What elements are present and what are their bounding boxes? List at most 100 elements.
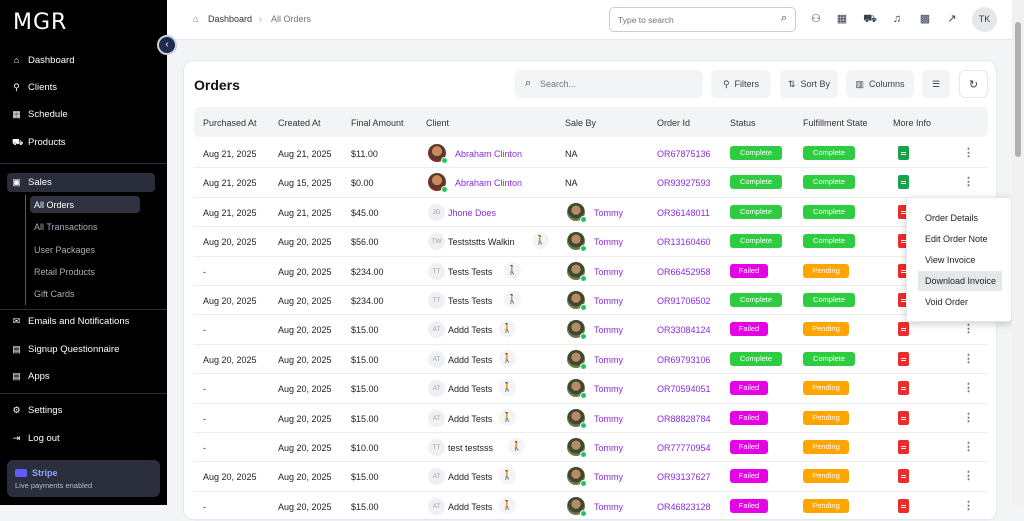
cell-sale-by[interactable]: Tommy — [594, 443, 623, 453]
client-link[interactable]: Addd Tests — [448, 355, 492, 365]
client-link[interactable]: Addd Tests — [448, 502, 492, 512]
bell-icon[interactable]: ♫ — [890, 12, 904, 26]
header-sale-by[interactable]: Sale By — [565, 118, 596, 128]
more-options-icon[interactable]: ⋮ — [963, 499, 974, 513]
sidebar-sub-user-packages[interactable]: User Packages — [34, 245, 95, 255]
global-search-input[interactable] — [618, 13, 768, 26]
table-row[interactable]: Aug 20, 2025 Aug 20, 2025 $15.00 AT Addd Tes… — [194, 462, 988, 492]
more-options-icon[interactable]: ⋮ — [963, 322, 974, 336]
columns-button[interactable]: ▥ Columns — [846, 70, 914, 98]
client-link[interactable]: test testsss — [448, 443, 493, 453]
client-link[interactable]: Abraham Clinton — [455, 178, 522, 188]
more-options-icon[interactable]: ⋮ — [963, 469, 974, 483]
order-id-link[interactable]: OR66452958 — [657, 267, 711, 277]
scrollbar-thumb[interactable] — [1015, 22, 1021, 157]
cart-icon[interactable]: ⛟ — [863, 12, 877, 26]
grid-icon[interactable]: ▩ — [918, 12, 932, 26]
order-id-link[interactable]: OR88828784 — [657, 414, 711, 424]
sidebar-item-emails[interactable]: ✉ Emails and Notifications — [12, 316, 130, 327]
search-icon[interactable]: ⌕ — [781, 12, 787, 25]
sidebar-sub-all-orders[interactable]: All Orders — [34, 200, 74, 210]
client-link[interactable]: Abraham Clinton — [455, 149, 522, 159]
menu-order-details[interactable]: Order Details — [925, 213, 978, 223]
cell-sale-by[interactable]: Tommy — [594, 414, 623, 424]
order-id-link[interactable]: OR46823128 — [657, 502, 711, 512]
invoice-document-icon[interactable] — [898, 146, 909, 160]
sidebar-item-settings[interactable]: ⚙ Settings — [12, 405, 62, 416]
table-row[interactable]: - Aug 20, 2025 $15.00 AT Addd Tests 🚶 Tommy OR4… — [194, 492, 988, 521]
menu-view-invoice[interactable]: View Invoice — [925, 255, 975, 265]
cell-sale-by[interactable]: Tommy — [594, 237, 623, 247]
table-row[interactable]: - Aug 20, 2025 $15.00 AT Addd Tests 🚶 Tommy OR8… — [194, 404, 988, 433]
cell-sale-by[interactable]: Tommy — [594, 355, 623, 365]
menu-void-order[interactable]: Void Order — [925, 297, 968, 307]
order-id-link[interactable]: OR93927593 — [657, 178, 711, 188]
client-link[interactable]: Testststts Walkin — [448, 237, 515, 247]
refresh-button[interactable]: ↻ — [959, 70, 988, 98]
table-row[interactable]: - Aug 20, 2025 $10.00 TT test testsss 🚶 Tommy O… — [194, 433, 988, 463]
more-options-icon[interactable]: ⋮ — [963, 381, 974, 395]
order-id-link[interactable]: OR69793106 — [657, 355, 711, 365]
sidebar-sub-gift-cards[interactable]: Gift Cards — [34, 289, 75, 299]
client-link[interactable]: Addd Tests — [448, 414, 492, 424]
client-link[interactable]: Addd Tests — [448, 325, 492, 335]
sidebar-item-sales[interactable]: ▣ Sales — [12, 177, 52, 188]
stripe-status-card[interactable]: Stripe Live payments enabled — [7, 460, 160, 497]
order-id-link[interactable]: OR13160460 — [657, 237, 711, 247]
order-id-link[interactable]: OR33084124 — [657, 325, 711, 335]
table-row[interactable]: Aug 21, 2025 Aug 21, 2025 $45.00 JD Jhone Do… — [194, 198, 988, 228]
header-fulfillment-state[interactable]: Fulfillment State — [803, 118, 868, 128]
header-client[interactable]: Client — [426, 118, 449, 128]
filters-button[interactable]: ⚲ Filters — [711, 70, 771, 98]
header-created-at[interactable]: Created At — [278, 118, 321, 128]
more-options-icon[interactable]: ⋮ — [963, 411, 974, 425]
header-purchased-at[interactable]: Purchased At — [203, 118, 257, 128]
page-scrollbar[interactable] — [1012, 0, 1024, 505]
sidebar-item-products[interactable]: ⛟ Products — [12, 137, 66, 148]
orders-search-input[interactable] — [540, 78, 690, 90]
table-row[interactable]: Aug 21, 2025 Aug 21, 2025 $11.00 Abraham Cl… — [194, 139, 988, 169]
menu-download-invoice[interactable]: Download Invoice — [925, 276, 996, 286]
order-id-link[interactable]: OR77770954 — [657, 443, 711, 453]
sidebar-item-schedule[interactable]: ▦ Schedule — [12, 109, 67, 120]
table-row[interactable]: Aug 20, 2025 Aug 20, 2025 $234.00 TT Tests T… — [194, 286, 988, 316]
user-avatar[interactable]: TK — [972, 7, 997, 32]
client-link[interactable]: Tests Tests — [448, 267, 492, 277]
sort-button[interactable]: ⇅ Sort By — [780, 70, 838, 98]
cell-sale-by[interactable]: Tommy — [594, 267, 623, 277]
breadcrumb-dashboard[interactable]: Dashboard — [208, 14, 252, 24]
table-row[interactable]: - Aug 20, 2025 $15.00 AT Addd Tests 🚶 Tommy OR3… — [194, 315, 988, 345]
order-id-link[interactable]: OR36148011 — [657, 208, 710, 218]
invoice-document-icon[interactable] — [898, 175, 909, 190]
order-id-link[interactable]: OR70594051 — [657, 384, 711, 394]
cell-sale-by[interactable]: Tommy — [594, 208, 623, 218]
order-id-link[interactable]: OR93137627 — [657, 472, 711, 482]
header-status[interactable]: Status — [730, 118, 756, 128]
table-row[interactable]: Aug 20, 2025 Aug 20, 2025 $56.00 TW Teststst… — [194, 227, 988, 257]
more-options-icon[interactable]: ⋮ — [963, 175, 974, 189]
more-options-icon[interactable]: ⋮ — [963, 352, 974, 366]
table-row[interactable]: - Aug 20, 2025 $15.00 AT Addd Tests 🚶 Tommy OR7… — [194, 374, 988, 404]
invoice-document-icon[interactable] — [898, 351, 909, 366]
header-order-id[interactable]: Order Id — [657, 118, 690, 128]
client-link[interactable]: Addd Tests — [448, 472, 492, 482]
more-options-icon[interactable]: ⋮ — [963, 440, 974, 454]
global-search[interactable]: ⌕ — [609, 7, 796, 32]
invoice-document-icon[interactable] — [898, 469, 909, 484]
menu-edit-order-note[interactable]: Edit Order Note — [925, 234, 988, 244]
cell-sale-by[interactable]: Tommy — [594, 502, 623, 512]
sidebar-collapse-button[interactable]: ‹ — [157, 35, 177, 55]
sidebar-sub-all-transactions[interactable]: All Transactions — [34, 222, 98, 232]
cell-sale-by[interactable]: Tommy — [594, 472, 623, 482]
sidebar-item-dashboard[interactable]: ⌂ Dashboard — [12, 55, 75, 66]
calendar-icon[interactable]: ▦ — [835, 12, 849, 26]
order-id-link[interactable]: OR67875136 — [657, 149, 711, 159]
table-row[interactable]: Aug 20, 2025 Aug 20, 2025 $15.00 AT Addd Tes… — [194, 345, 988, 375]
table-row[interactable]: Aug 21, 2025 Aug 15, 2025 $0.00 Abraham Cli… — [194, 168, 988, 198]
client-link[interactable]: Addd Tests — [448, 384, 492, 394]
sidebar-item-logout[interactable]: ⇥ Log out — [12, 433, 60, 444]
more-options-icon[interactable]: ⋮ — [963, 146, 974, 160]
add-user-icon[interactable]: ⚇ — [809, 12, 823, 26]
table-row[interactable]: - Aug 20, 2025 $234.00 TT Tests Tests 🚶 Tommy O… — [194, 257, 988, 286]
sidebar-sub-retail-products[interactable]: Retail Products — [34, 267, 95, 277]
